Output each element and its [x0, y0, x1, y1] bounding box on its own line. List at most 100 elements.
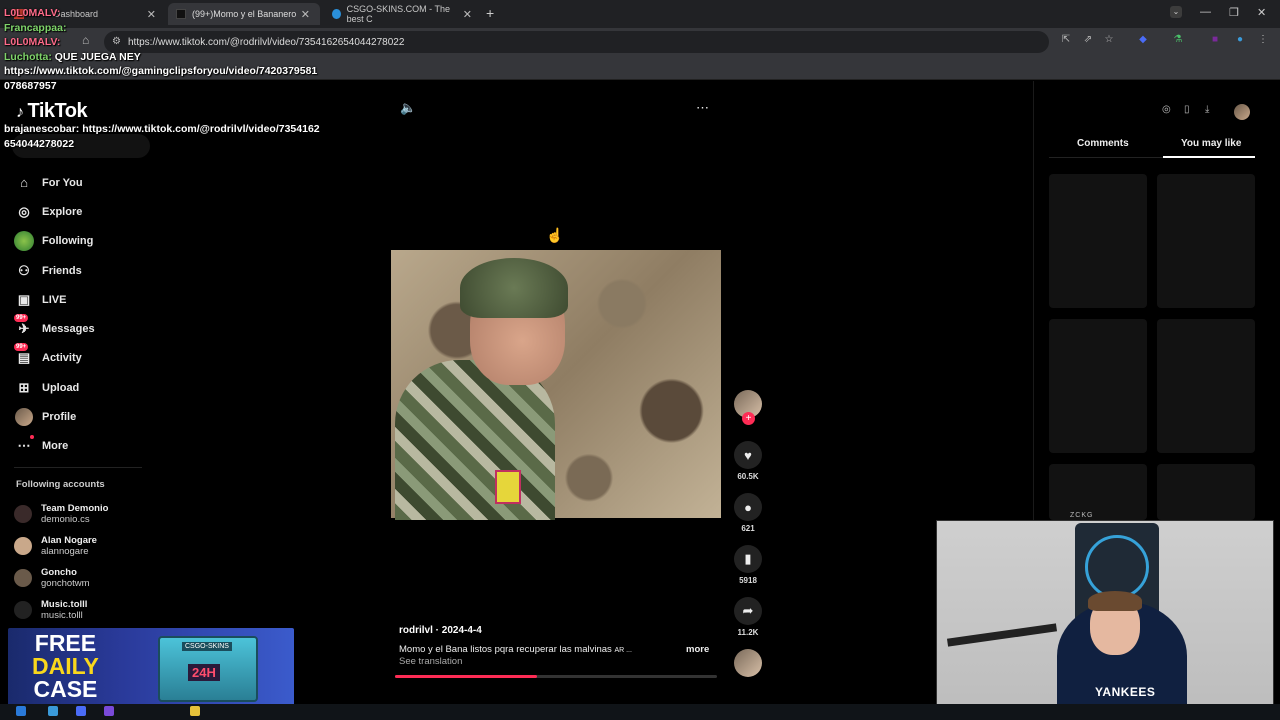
video-description-text: Momo y el Bana listos pqra recuperar las… — [399, 644, 612, 655]
suggested-video-thumb[interactable] — [1049, 174, 1147, 308]
tab-comments[interactable]: Comments — [1077, 138, 1129, 149]
chat-username: Francappaa: — [4, 21, 67, 34]
chair-logo-icon — [1085, 535, 1149, 599]
volume-icon[interactable]: 🔈 — [400, 100, 416, 116]
taskbar-app-icon[interactable] — [48, 706, 58, 716]
account-avatar — [14, 505, 32, 523]
creator-avatar[interactable]: + — [734, 390, 762, 425]
sidebar-item-for-you[interactable]: ⌂ For You — [14, 168, 164, 197]
sidebar-item-explore[interactable]: ◎ Explore — [14, 197, 164, 226]
device-icon[interactable]: ▯ — [1184, 104, 1190, 115]
following-account[interactable]: Team Demonio demonio.cs — [14, 498, 154, 530]
suggested-video-thumb[interactable] — [1157, 464, 1255, 520]
sidebar-item-label: LIVE — [42, 293, 67, 306]
video-author-date[interactable]: rodrilvl · 2024-4-4 — [399, 625, 482, 636]
description-more-button[interactable]: more — [686, 644, 709, 655]
suggested-video-thumb[interactable] — [1157, 319, 1255, 453]
cast-icon[interactable]: ⇱ — [1060, 34, 1072, 46]
tab-title: CSGO-SKINS.COM - The best C — [346, 4, 451, 24]
chat-line: L0L0MALV: — [4, 35, 334, 50]
new-tab-icon[interactable]: + — [486, 5, 494, 21]
chat-message: 078687957 — [4, 79, 57, 92]
minimize-icon[interactable]: — — [1200, 6, 1211, 18]
sidebar-item-label: Explore — [42, 205, 83, 218]
bookmark-star-icon[interactable]: ☆ — [1103, 34, 1115, 46]
sidebar-item-messages[interactable]: ✈ 99+ Messages — [14, 314, 164, 343]
chat-line — [4, 108, 334, 123]
account-handle: gonchotwm — [41, 578, 90, 589]
close-window-icon[interactable]: ✕ — [1257, 6, 1266, 19]
upload-icon: ⊞ — [18, 379, 30, 395]
account-avatar — [14, 537, 32, 555]
sidebar-item-activity[interactable]: ▤ 99+ Activity — [14, 343, 164, 373]
compass-small-icon[interactable]: ◎ — [1162, 104, 1171, 115]
profile-extension-icon[interactable]: ● — [1234, 34, 1246, 46]
following-account[interactable]: Goncho gonchotwm — [14, 562, 154, 594]
sidebar-item-profile[interactable]: Profile — [14, 402, 164, 431]
suggested-video-thumb[interactable] — [1049, 319, 1147, 453]
messages-icon: ✈ 99+ — [14, 314, 30, 337]
sidebar-item-following[interactable]: Following — [14, 227, 164, 256]
extension-icon[interactable]: ◆ — [1137, 34, 1149, 46]
following-account[interactable]: Alan Nogare alannogare — [14, 530, 154, 562]
bookmark-icon[interactable]: ▮ — [734, 545, 762, 573]
sidebar-item-upload[interactable]: ⊞ Upload — [14, 373, 164, 402]
sidebar-item-live[interactable]: ▣ LIVE — [14, 285, 164, 314]
account-handle: demonio.cs — [41, 514, 90, 525]
account-name: Music.tolll — [41, 599, 88, 610]
sidebar-item-friends[interactable]: ⚇ Friends — [14, 256, 164, 285]
comment-icon[interactable]: ● — [734, 493, 762, 521]
taskbar-app-icon[interactable] — [104, 706, 114, 716]
chat-line: Luchotta: QUE JUEGA NEY — [4, 50, 334, 65]
like-action[interactable]: ♥ 60.5K — [733, 441, 763, 481]
sidebar-item-more[interactable]: ⋯ More — [14, 432, 164, 461]
labs-icon[interactable]: ⚗ — [1172, 34, 1184, 46]
webcam-tag: ZCKG — [1070, 512, 1094, 519]
sidebar-item-label: For You — [42, 176, 83, 189]
tab-you-may-like[interactable]: You may like — [1181, 138, 1241, 149]
browser-menu-icon[interactable]: ⋮ — [1257, 34, 1269, 46]
see-translation-link[interactable]: See translation — [399, 656, 462, 667]
account-text: Music.tolll music.tolll — [41, 599, 87, 621]
sound-avatar[interactable] — [734, 649, 762, 677]
following-account[interactable]: Music.tolll music.tolll — [14, 594, 154, 626]
maximize-icon[interactable]: ❐ — [1229, 6, 1239, 19]
browser-tab-csgoskins[interactable]: CSGO-SKINS.COM - The best C ✕ — [324, 3, 482, 25]
account-name: Goncho — [41, 567, 77, 578]
account-text: Team Demonio demonio.cs — [41, 503, 108, 525]
ad-line-case: CASE — [33, 676, 98, 702]
free-daily-case-ad[interactable]: FREE DAILY CASE CSGO-SKINS 24H — [8, 628, 294, 708]
taskbar-app-icon[interactable] — [76, 706, 86, 716]
suggested-video-thumb[interactable] — [1049, 464, 1147, 520]
share-count: 11.2K — [737, 628, 759, 637]
sidebar-nav: ⌂ For You ◎ Explore Following ⚇ Friends ▣ LIVE ✈ 9… — [14, 168, 164, 461]
video-progress-bar[interactable] — [395, 675, 717, 678]
ad-line-free: FREE — [34, 630, 97, 656]
taskbar-app-icon[interactable] — [16, 706, 26, 716]
chat-line: Francappaa: — [4, 21, 334, 36]
close-tab-icon[interactable]: ✕ — [461, 8, 474, 21]
chat-line: brajanescobar: https://www.tiktok.com/@r… — [4, 122, 334, 137]
account-text: Alan Nogare alannogare — [41, 535, 97, 557]
sidebar-item-label: Profile — [42, 411, 77, 424]
suggested-video-thumb[interactable] — [1157, 174, 1255, 308]
video-more-options-icon[interactable]: ⋯ — [696, 100, 709, 116]
tab-search-icon[interactable]: ⌄ — [1170, 6, 1182, 18]
ad-case-image: CSGO-SKINS 24H — [158, 636, 258, 702]
share-action[interactable]: ➦ 11.2K — [733, 597, 763, 637]
extension-purple-icon[interactable]: ■ — [1209, 34, 1221, 46]
share-icon[interactable]: ⇗ — [1082, 34, 1094, 46]
taskbar-app-icon[interactable] — [190, 706, 200, 716]
share-arrow-icon[interactable]: ➦ — [734, 597, 762, 625]
follow-plus-icon[interactable]: + — [742, 412, 755, 425]
account-name: Team Demonio — [41, 503, 109, 514]
save-action[interactable]: ▮ 5918 — [733, 545, 763, 585]
heart-icon[interactable]: ♥ — [734, 441, 762, 469]
comment-action[interactable]: ● 621 — [733, 493, 763, 533]
activity-icon: ▤ 99+ — [14, 343, 31, 366]
friends-icon: ⚇ — [18, 262, 30, 278]
user-avatar-icon[interactable] — [1234, 104, 1250, 120]
video-progress-fill — [395, 675, 537, 678]
ad-case-brand: CSGO-SKINS — [182, 642, 232, 651]
download-icon[interactable]: ⤓ — [1205, 104, 1209, 115]
